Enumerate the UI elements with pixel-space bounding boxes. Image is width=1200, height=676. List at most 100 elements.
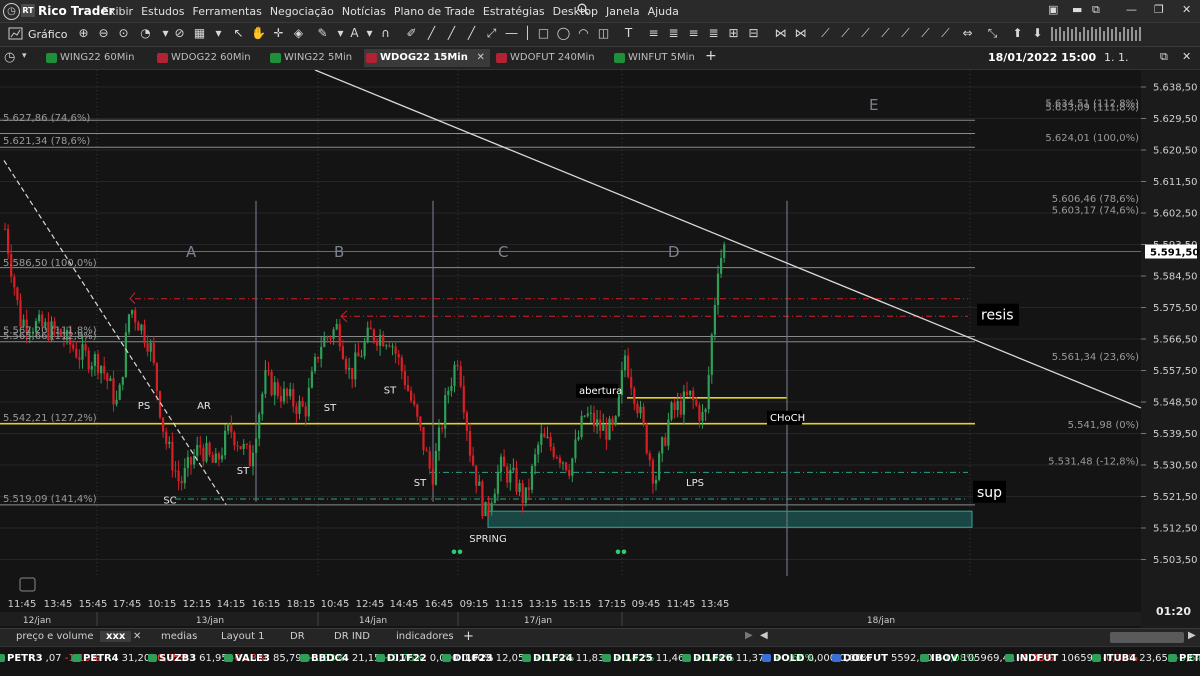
fib-grid-icon[interactable]: ⊟ [746,26,761,41]
dropdown-icon-4[interactable]: ▾ [362,26,377,41]
eraser-icon[interactable]: ◈ [291,26,306,41]
close-sheet-icon[interactable]: ✕ [133,631,141,642]
expand-icon[interactable]: ⤡ [985,26,1000,41]
gann-a-icon[interactable]: ⟋ [918,26,933,41]
sell-arrow-icon[interactable]: ⬇ [1030,26,1045,41]
menu-estudos[interactable]: Estudos [141,5,184,18]
text-tool-2-icon[interactable]: T [621,26,636,41]
text-tool-icon[interactable]: A [347,26,362,41]
trend-tool-icon[interactable]: ⤢ [484,26,499,41]
fib-ext-icon[interactable]: ≡ [686,26,701,41]
dropdown-icon[interactable]: ▾ [158,26,173,41]
minimize-window-icon[interactable]: — [1126,3,1137,16]
restore-icon[interactable]: ⧉ [1092,3,1100,17]
menu-ferramentas[interactable]: Ferramentas [193,5,262,18]
ticker-item[interactable]: PETR34,07 [1168,653,1200,665]
sheet-dr-ind[interactable]: DR IND [334,631,370,642]
hand-icon[interactable]: ✋ [251,26,266,41]
tab-wing22-60min[interactable]: WING22 60Min [44,49,134,67]
menu-noticias[interactable]: Notícias [342,5,386,18]
sheet-indicadores[interactable]: indicadores [396,631,454,642]
fib-time-icon[interactable]: ⊞ [726,26,741,41]
tab-wing22-5min[interactable]: WING22 5Min [268,49,352,67]
layout-grid-icon[interactable]: ▦ [192,26,207,41]
zoom-in-icon[interactable]: ⊕ [76,26,91,41]
add-tab-icon[interactable]: + [705,48,717,64]
gann-a2-icon[interactable]: ⟋ [938,26,953,41]
gann-r-icon[interactable]: ⟋ [878,26,893,41]
gann-d-icon[interactable]: ⟋ [898,26,913,41]
close-icon[interactable]: ✕ [1182,3,1191,16]
magnet-icon[interactable]: ∩ [378,26,393,41]
zoom-fit-icon[interactable]: ⊙ [116,26,131,41]
menu-plano-de-trade[interactable]: Plano de Trade [394,5,475,18]
dropdown-icon-3[interactable]: ▾ [333,26,348,41]
ray-tool-icon[interactable]: ╱ [444,26,459,41]
pattern-2-icon[interactable]: ⋈ [793,26,808,41]
candle-body [456,364,459,367]
chart-style-icon[interactable]: ◔ [138,26,153,41]
menu-exibir[interactable]: Exibir [102,5,133,18]
cursor-icon[interactable]: ↖ [231,26,246,41]
menu-desktop[interactable]: Desktop [553,5,598,18]
dropdown-icon-2[interactable]: ▾ [211,26,226,41]
pin-icon[interactable]: ▣ [1048,3,1058,16]
chart-icon[interactable] [8,26,23,41]
menu-estrategias[interactable]: Estratégias [483,5,545,18]
pattern-icon[interactable]: ⋈ [773,26,788,41]
buy-arrow-icon[interactable]: ⬆ [1010,26,1025,41]
menu-ajuda[interactable]: Ajuda [648,5,679,18]
candle-body [509,470,512,483]
maximize-window-icon[interactable]: ❐ [1154,3,1164,16]
scroll-left-icon[interactable]: ◀ [760,630,768,641]
clock-icon[interactable]: ◷ [4,50,15,65]
minimize-icon[interactable]: ▬ [1072,3,1082,16]
add-sheet-icon[interactable]: + [463,629,474,644]
line-tool-icon[interactable]: ╱ [424,26,439,41]
arc-tool-icon[interactable]: ◠ [576,26,591,41]
ellipse-tool-icon[interactable]: ◯ [556,26,571,41]
rectangle-tool-icon[interactable]: □ [536,26,551,41]
fib-p-icon[interactable]: ≣ [706,26,721,41]
vline-tool-icon[interactable]: │ [520,26,535,41]
crosshair-icon[interactable]: ✛ [271,26,286,41]
restore-chart-icon[interactable]: ⧉ [1160,50,1168,64]
fibonacci-icon[interactable]: ≡ [646,26,661,41]
tab-wdofut-240min[interactable]: WDOFUT 240Min [494,49,595,67]
measure-icon[interactable]: ⇔ [960,26,975,41]
hline-tool-icon[interactable]: ― [504,26,519,41]
sheet-medias[interactable]: medias [161,631,197,642]
scroll-end-icon[interactable]: ▶ [1188,630,1196,641]
y-tick-label: 5.530,50 [1153,461,1198,472]
tab-winfut-5min[interactable]: WINFUT 5Min [612,49,695,67]
gann-fan-icon[interactable]: ⟋ [858,26,873,41]
tab-wdog22-15min[interactable]: WDOG22 15Min ✕ [364,49,490,67]
indicator-icon[interactable]: ⊘ [172,26,187,41]
price-chart[interactable]: A B C D E 5.627,86 (74,6%) 5.621,34 (78,6%) 5.5… [0,70,1200,628]
scroll-right-icon[interactable]: ▶ [745,630,753,641]
close-tab-icon[interactable]: ✕ [476,49,484,67]
edit-icon[interactable]: ✎ [315,26,330,41]
extended-line-icon[interactable]: ╱ [464,26,479,41]
sheet-dr[interactable]: DR [290,631,305,642]
tab-wdog22-60min[interactable]: WDOG22 60Min [155,49,251,67]
search-icon[interactable] [577,3,589,15]
sheet-layout-1[interactable]: Layout 1 [221,631,265,642]
flag-icon [442,654,451,662]
menu-janela[interactable]: Janela [606,5,640,18]
tab-menu-dropdown-icon[interactable]: ▾ [22,51,27,61]
sheet-preco-e-volume[interactable]: preço e volume [16,631,94,642]
sheet-xxx[interactable]: xxx [100,631,132,642]
gann-s-icon[interactable]: ⟋ [838,26,853,41]
gann-icon[interactable]: ⟋ [818,26,833,41]
chart-menu-label[interactable]: Gráfico [28,28,68,41]
close-chart-icon[interactable]: ✕ [1182,50,1191,63]
zoom-out-icon[interactable]: ⊖ [96,26,111,41]
menu-negociacao[interactable]: Negociação [270,5,334,18]
fib-right-label: 5.561,34 (23,6%) [1052,352,1139,363]
pencil-icon[interactable]: ✐ [404,26,419,41]
channel-tool-icon[interactable]: ◫ [596,26,611,41]
fib-c-icon[interactable]: ≣ [666,26,681,41]
horizontal-scrollbar[interactable] [1110,632,1184,643]
candle-body [701,412,704,421]
